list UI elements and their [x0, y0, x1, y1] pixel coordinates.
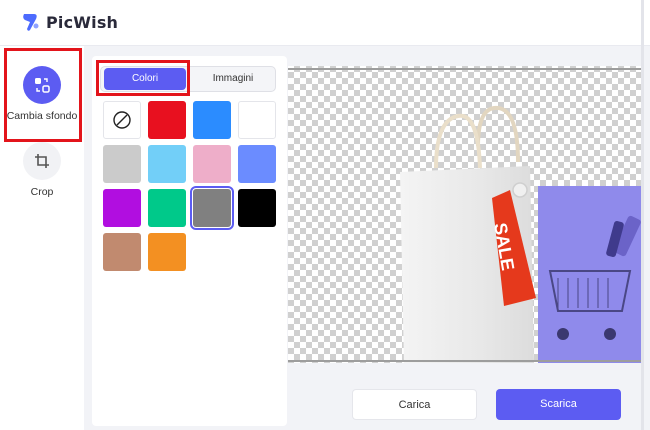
app-name: PicWish: [46, 12, 119, 32]
color-swatch[interactable]: [238, 189, 276, 227]
color-swatch[interactable]: [148, 189, 186, 227]
color-swatch[interactable]: [103, 233, 141, 271]
picwish-logo-icon: [23, 14, 39, 31]
tool-change-background-label: Cambia sfondo: [6, 110, 78, 122]
color-swatch[interactable]: [238, 145, 276, 183]
color-swatch[interactable]: [190, 186, 234, 230]
color-swatch[interactable]: [103, 189, 141, 227]
download-button[interactable]: Scarica: [496, 389, 621, 420]
app-logo[interactable]: PicWish: [22, 12, 118, 32]
color-swatch[interactable]: [103, 145, 141, 183]
background-panel: Colori Immagini: [92, 56, 287, 426]
change-background-icon: [23, 66, 61, 104]
color-swatch[interactable]: [148, 145, 186, 183]
tool-crop-label: Crop: [30, 186, 54, 198]
color-swatch[interactable]: [148, 233, 186, 271]
color-swatch[interactable]: [238, 101, 276, 139]
panel-tabs: Colori Immagini: [100, 66, 276, 92]
preview-canvas[interactable]: SALE: [288, 66, 641, 363]
canvas-border-bottom: [288, 360, 641, 362]
color-swatch[interactable]: [193, 145, 231, 183]
canvas-border-top: [288, 68, 641, 70]
tab-images[interactable]: Immagini: [193, 68, 273, 90]
tool-change-background[interactable]: Cambia sfondo: [0, 66, 84, 122]
window-edge: [641, 0, 644, 430]
color-swatch[interactable]: [148, 101, 186, 139]
crop-icon: [23, 142, 61, 180]
tool-crop[interactable]: Crop: [0, 142, 84, 198]
color-swatch[interactable]: [193, 101, 231, 139]
upload-button[interactable]: Carica: [352, 389, 477, 420]
preview-image: SALE: [400, 105, 641, 363]
swatch-no-color[interactable]: [103, 101, 141, 139]
no-color-icon: [113, 111, 131, 129]
tab-colors[interactable]: Colori: [104, 68, 186, 90]
top-bar: PicWish: [0, 0, 650, 46]
